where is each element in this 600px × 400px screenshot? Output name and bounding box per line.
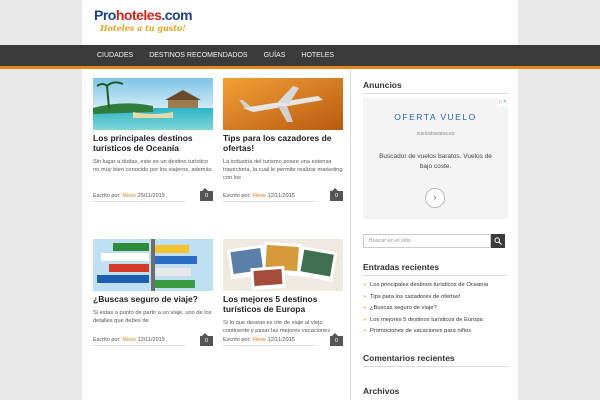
- nav-item-guias[interactable]: GUÍAS: [256, 45, 294, 66]
- ad-banner[interactable]: ▷✕ OFERTA VUELO vuelosbaratos.es Buscado…: [363, 98, 508, 219]
- sidebar: Anuncios ▷✕ OFERTA VUELO vuelosbaratos.e…: [350, 69, 518, 400]
- search-icon: [494, 237, 502, 245]
- comment-count-badge[interactable]: 0: [200, 188, 213, 201]
- post-excerpt: Si lo que deseas es irte de viaje al vie…: [223, 320, 331, 334]
- main-nav: CIUDADES DESTINOS RECOMENDADOS GUÍAS HOT…: [0, 45, 600, 69]
- recent-post-link[interactable]: Los principales destinos turísticos de O…: [363, 280, 508, 292]
- search-input[interactable]: Buscar en el sitio: [363, 234, 491, 248]
- post-author-link[interactable]: Mene: [252, 193, 266, 199]
- nav-item-hoteles[interactable]: HOTELES: [293, 45, 342, 66]
- post-thumbnail-europe-photos[interactable]: [223, 239, 343, 291]
- post-card: Tips para los cazadores de ofertas! La i…: [223, 78, 343, 204]
- widget-divider: [363, 275, 508, 276]
- ad-headline[interactable]: OFERTA VUELO: [363, 112, 508, 122]
- nav-item-destinos-recomendados[interactable]: DESTINOS RECOMENDADOS: [141, 45, 255, 66]
- post-card: Los principales destinos turísticos de O…: [93, 78, 213, 204]
- recent-post-link[interactable]: Los mejores 5 destinos turísticos de Eur…: [363, 315, 508, 327]
- widget-title-recent-posts: Entradas recientes: [363, 262, 440, 272]
- post-meta: Escrito por: Mene 12/11/2015: [93, 337, 185, 346]
- ad-arrow-icon[interactable]: ›: [425, 188, 445, 208]
- widget-title-archives: Archivos: [363, 386, 400, 396]
- post-thumbnail-airplane[interactable]: [223, 78, 343, 130]
- site-header: Prohoteles.com Hoteles a tu gusto!: [82, 0, 518, 45]
- recent-post-link[interactable]: Promociones de vacaciones para niños: [363, 326, 508, 338]
- post-excerpt: La industria del turismo posee una exten…: [223, 159, 343, 181]
- post-card: ¿Buscas seguro de viaje? Si estas a punt…: [93, 239, 213, 365]
- post-thumbnail-beach[interactable]: [93, 78, 213, 130]
- widget-divider: [363, 366, 508, 367]
- post-thumbnail-signpost[interactable]: [93, 239, 213, 291]
- widget-title-recent-comments: Comentarios recientes: [363, 353, 455, 363]
- ad-choices-icon[interactable]: ▷✕: [498, 98, 508, 106]
- nav-item-ciudades[interactable]: CIUDADES: [82, 45, 141, 66]
- ad-url: vuelosbaratos.es: [416, 131, 455, 137]
- comment-count-badge[interactable]: 0: [330, 333, 343, 346]
- comment-count-badge[interactable]: 0: [330, 188, 343, 201]
- post-meta: Escrito por: Mene 12/11/2015: [223, 337, 315, 346]
- post-title[interactable]: ¿Buscas seguro de viaje?: [93, 294, 213, 304]
- recent-post-link[interactable]: ¿Buscas seguro de viaje?: [363, 303, 508, 315]
- comment-count-badge[interactable]: 0: [200, 333, 213, 346]
- recent-posts-list: Los principales destinos turísticos de O…: [363, 280, 508, 338]
- post-title[interactable]: Tips para los cazadores de ofertas!: [223, 133, 343, 153]
- post-author-link[interactable]: Mene: [122, 337, 136, 343]
- logo-tagline: Hoteles a tu gusto!: [100, 23, 186, 33]
- post-card: Los mejores 5 destinos turísticos de Eur…: [223, 239, 343, 365]
- post-author-link[interactable]: Mene: [252, 337, 266, 343]
- widget-divider: [363, 93, 508, 94]
- post-author-link[interactable]: Mene: [122, 193, 136, 199]
- post-title[interactable]: Los principales destinos turísticos de O…: [93, 133, 213, 153]
- widget-title-ads: Anuncios: [363, 80, 402, 90]
- post-excerpt: Si estas a punto de partir a un viaje, u…: [93, 310, 212, 324]
- recent-post-link[interactable]: Tips para los cazadores de ofertas!: [363, 292, 508, 304]
- search-button[interactable]: [491, 234, 505, 248]
- logo-wordmark: Prohoteles.com: [94, 7, 193, 23]
- post-excerpt: Sin lugar a dudas, este es un destino tu…: [93, 159, 212, 173]
- post-meta: Escrito por: Mene 12/11/2015: [223, 193, 315, 202]
- ad-text: Buscador de vuelos baratos. Vuelos de ba…: [379, 153, 492, 170]
- post-title[interactable]: Los mejores 5 destinos turísticos de Eur…: [223, 294, 343, 314]
- site-logo[interactable]: Prohoteles.com Hoteles a tu gusto!: [94, 7, 193, 33]
- post-meta: Escrito por: Mene 25/11/2015: [93, 193, 185, 202]
